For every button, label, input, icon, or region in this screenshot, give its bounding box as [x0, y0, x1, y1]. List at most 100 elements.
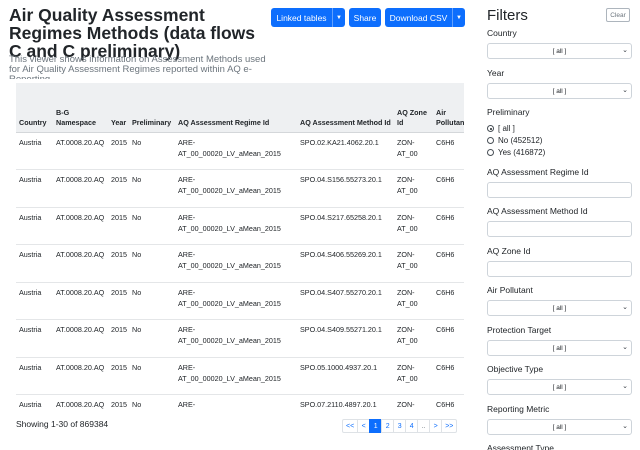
column-header[interactable]: AQ Zone Id — [394, 83, 433, 133]
table-cell: No — [129, 319, 175, 358]
country-label: Country — [487, 28, 517, 38]
table-cell: AT.0008.20.AQ — [53, 207, 108, 245]
year-select[interactable]: [ all ] ⌄ — [487, 83, 632, 99]
table-cell: SPO.05.1000.4937.20.1 — [297, 357, 394, 395]
method-id-label: AQ Assessment Method Id — [487, 206, 588, 216]
chevron-down-icon: ⌄ — [622, 423, 628, 430]
radio-icon[interactable] — [487, 137, 494, 144]
table-cell: 2015 — [108, 282, 129, 320]
table-row[interactable]: Austria AT.0008.20.AQ 2015 No ARE-AT_00_… — [16, 394, 464, 413]
preliminary-radio-no[interactable]: No (452512) — [487, 136, 542, 145]
table-row[interactable]: Austria AT.0008.20.AQ 2015 No ARE-AT_00_… — [16, 319, 464, 358]
objective-type-select-value: [ all ] — [552, 383, 567, 391]
table-cell: C6H6 — [433, 357, 464, 395]
table-cell: 2015 — [108, 319, 129, 358]
table-cell: ARE-AT_00_00020_LV_aMean_2015 — [175, 169, 297, 208]
table-cell: AT.0008.20.AQ — [53, 244, 108, 283]
radio-selected-icon[interactable] — [487, 125, 494, 132]
country-select-value: [ all ] — [552, 47, 567, 55]
table-cell: ARE-AT_00_00020_LV_aMean_2015 — [175, 207, 297, 245]
column-header[interactable]: Country — [16, 83, 53, 133]
table-cell: Austria — [16, 169, 53, 208]
preliminary-radio-yes[interactable]: Yes (416872) — [487, 148, 545, 157]
table-cell: ZON-AT_00 — [394, 394, 433, 413]
table-cell: ZON-AT_00 — [394, 207, 433, 245]
table-cell: Austria — [16, 282, 53, 320]
objective-type-select[interactable]: [ all ] ⌄ — [487, 379, 632, 395]
download-csv-button[interactable]: Download CSV ▼ — [385, 8, 465, 27]
clear-filters-button[interactable]: Clear — [606, 8, 630, 22]
table-cell: Austria — [16, 319, 53, 358]
table-cell: 2015 — [108, 357, 129, 395]
reporting-metric-label: Reporting Metric — [487, 404, 550, 414]
assessment-type-label: Assessment Type — [487, 443, 554, 450]
column-header[interactable]: B-G Namespace — [53, 83, 108, 133]
first-page-button[interactable]: << — [342, 419, 359, 433]
zone-id-label: AQ Zone Id — [487, 246, 531, 256]
reporting-metric-select[interactable]: [ all ] ⌄ — [487, 419, 632, 435]
table-cell: AT.0008.20.AQ — [53, 394, 108, 413]
linked-tables-button[interactable]: Linked tables ▼ — [271, 8, 345, 27]
table-cell: SPO.07.2110.4897.20.1 — [297, 394, 394, 413]
table-row[interactable]: Austria AT.0008.20.AQ 2015 No ARE-AT_00_… — [16, 132, 464, 170]
table-cell: C6H6 — [433, 282, 464, 320]
column-header[interactable]: AQ Assessment Method Id — [297, 83, 394, 133]
data-table: Country B-G Namespace Year Preliminary A… — [16, 83, 464, 413]
table-row[interactable]: Austria AT.0008.20.AQ 2015 No ARE-AT_00_… — [16, 244, 464, 283]
page-title: Air Quality Assessment Regimes Methods (… — [9, 5, 256, 61]
table-cell: No — [129, 357, 175, 395]
toolbar: Linked tables ▼ Share Download CSV ▼ — [271, 8, 465, 27]
table-cell: C6H6 — [433, 207, 464, 245]
table-cell: ARE-AT_00_00020_LV_aMean_2015 — [175, 319, 297, 358]
table-cell: Austria — [16, 207, 53, 245]
table-cell: AT.0008.20.AQ — [53, 357, 108, 395]
radio-label: No (452512) — [498, 136, 543, 145]
table-cell: No — [129, 282, 175, 320]
table-cell: 2015 — [108, 169, 129, 208]
caret-down-icon[interactable]: ▼ — [332, 8, 345, 27]
air-pollutant-select[interactable]: [ all ] ⌄ — [487, 300, 632, 316]
table-cell: SPO.04.S217.65258.20.1 — [297, 207, 394, 245]
table-row[interactable]: Austria AT.0008.20.AQ 2015 No ARE-AT_00_… — [16, 282, 464, 320]
table-cell: 2015 — [108, 244, 129, 283]
column-header[interactable]: Year — [108, 83, 129, 133]
radio-icon[interactable] — [487, 149, 494, 156]
chevron-down-icon: ⌄ — [622, 383, 628, 390]
data-table-container[interactable]: Country B-G Namespace Year Preliminary A… — [16, 83, 464, 413]
table-cell: AT.0008.20.AQ — [53, 132, 108, 170]
regime-id-input[interactable] — [487, 182, 632, 198]
zone-id-input[interactable] — [487, 261, 632, 277]
last-page-button[interactable]: >> — [441, 419, 458, 433]
column-header[interactable]: AQ Assessment Regime Id — [175, 83, 297, 133]
table-row[interactable]: Austria AT.0008.20.AQ 2015 No ARE-AT_00_… — [16, 357, 464, 395]
table-cell: No — [129, 394, 175, 413]
year-select-value: [ all ] — [552, 87, 567, 95]
table-cell: SPO.04.S407.55270.20.1 — [297, 282, 394, 320]
country-select[interactable]: [ all ] ⌄ — [487, 43, 632, 59]
protection-target-select[interactable]: [ all ] ⌄ — [487, 340, 632, 356]
table-cell: SPO.04.S156.55273.20.1 — [297, 169, 394, 208]
column-header[interactable]: Air Pollutant — [433, 83, 464, 133]
column-header[interactable]: Preliminary — [129, 83, 175, 133]
table-cell: ZON-AT_00 — [394, 357, 433, 395]
table-cell: AT.0008.20.AQ — [53, 319, 108, 358]
table-cell: No — [129, 244, 175, 283]
table-row[interactable]: Austria AT.0008.20.AQ 2015 No ARE-AT_00_… — [16, 207, 464, 245]
table-cell: Austria — [16, 357, 53, 395]
table-cell: SPO.02.KA21.4062.20.1 — [297, 132, 394, 170]
method-id-input[interactable] — [487, 221, 632, 237]
share-button[interactable]: Share — [349, 8, 381, 27]
table-row[interactable]: Austria AT.0008.20.AQ 2015 No ARE-AT_00_… — [16, 169, 464, 208]
table-cell: C6H6 — [433, 394, 464, 413]
table-cell: No — [129, 169, 175, 208]
table-cell: ARE-AT_00_00020_LV_aMean_2015 — [175, 244, 297, 283]
linked-tables-label: Linked tables — [276, 12, 327, 23]
preliminary-radio-all[interactable]: [ all ] — [487, 124, 515, 133]
preliminary-label: Preliminary — [487, 107, 530, 117]
protection-target-select-value: [ all ] — [552, 344, 567, 352]
table-cell: ARE-AT_00_00020_LV_aMean_2015 — [175, 394, 297, 413]
radio-label: [ all ] — [498, 124, 515, 133]
caret-down-icon[interactable]: ▼ — [452, 8, 465, 27]
pagination: << < 1 2 3 4 .. > >> — [342, 419, 458, 433]
table-cell: No — [129, 207, 175, 245]
